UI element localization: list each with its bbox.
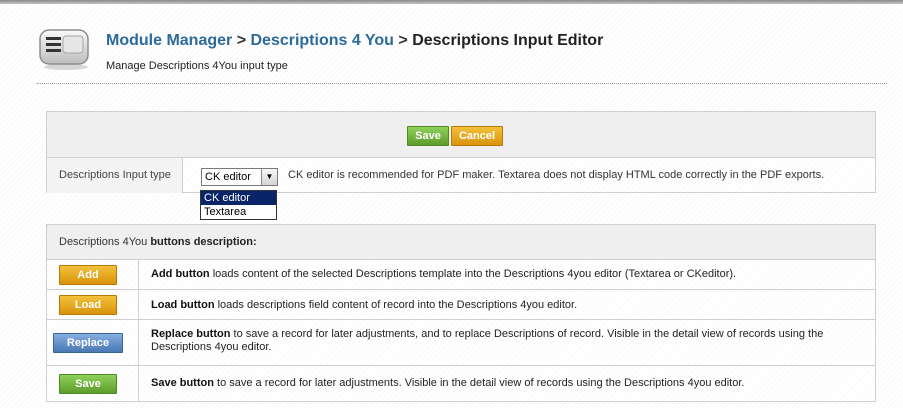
page-subtitle: Manage Descriptions 4You input type (106, 60, 288, 72)
row-description: Save button to save a record for later a… (151, 377, 861, 390)
settings-box: Save Cancel Descriptions Input type CK e… (46, 111, 876, 193)
load-button[interactable]: Load (59, 295, 117, 315)
breadcrumb-module-manager[interactable]: Module Manager (106, 32, 232, 49)
row-description: Replace button to save a record for late… (151, 328, 861, 354)
list-menu-icon (39, 29, 89, 70)
breadcrumb-current: Descriptions Input Editor (412, 32, 604, 49)
row-title: Replace button (151, 328, 231, 340)
save-button[interactable]: Save (59, 374, 117, 394)
select-value: CK editor (205, 171, 251, 183)
row-description: Add button loads content of the selected… (151, 268, 861, 281)
button-cell: Add (47, 260, 139, 289)
input-type-select[interactable]: CK editor ▼ (201, 168, 278, 186)
replace-button[interactable]: Replace (53, 333, 123, 353)
toolbar: Save Cancel (47, 112, 875, 158)
row-description: Load button loads descriptions field con… (151, 299, 861, 312)
row-text: to save a record for later adjustments. … (213, 377, 745, 389)
panel-header-bold: buttons description: (150, 236, 257, 248)
breadcrumb-descriptions-4-you[interactable]: Descriptions 4 You (250, 32, 393, 49)
page-title: Module Manager > Descriptions 4 You > De… (106, 32, 603, 50)
save-button[interactable]: Save (407, 126, 449, 146)
buttons-description-panel: Descriptions 4You buttons description: A… (46, 224, 876, 402)
list-item: Load Load button loads descriptions fiel… (47, 290, 875, 320)
list-item: Add Add button loads content of the sele… (47, 260, 875, 290)
input-type-label: Descriptions Input type (47, 158, 183, 193)
row-title: Load button (151, 299, 215, 311)
panel-header: Descriptions 4You buttons description: (47, 225, 875, 260)
button-cell: Replace (47, 320, 139, 365)
row-text: loads descriptions field content of reco… (214, 299, 578, 311)
input-type-note: CK editor is recommended for PDF maker. … (288, 169, 825, 181)
dropdown-option-ck-editor[interactable]: CK editor (201, 191, 276, 205)
row-title: Add button (151, 268, 210, 280)
breadcrumb-separator: > (236, 32, 247, 49)
row-text: loads content of the selected Descriptio… (209, 268, 737, 280)
panel-header-prefix: Descriptions 4You (59, 236, 151, 248)
dropdown-option-textarea[interactable]: Textarea (201, 205, 276, 219)
input-type-dropdown: CK editor Textarea (200, 190, 277, 220)
button-cell: Load (47, 290, 139, 319)
row-text: to save a record for later adjustments, … (151, 328, 824, 353)
chevron-down-icon[interactable]: ▼ (261, 169, 277, 185)
row-title: Save button (151, 377, 214, 389)
list-item: Save Save button to save a record for la… (47, 366, 875, 401)
breadcrumb-separator: > (398, 32, 408, 49)
button-cell: Save (47, 366, 139, 401)
add-button[interactable]: Add (59, 265, 117, 285)
divider (37, 83, 887, 84)
cancel-button[interactable]: Cancel (451, 126, 503, 146)
top-bar (0, 0, 903, 4)
list-item: Replace Replace button to save a record … (47, 320, 875, 366)
